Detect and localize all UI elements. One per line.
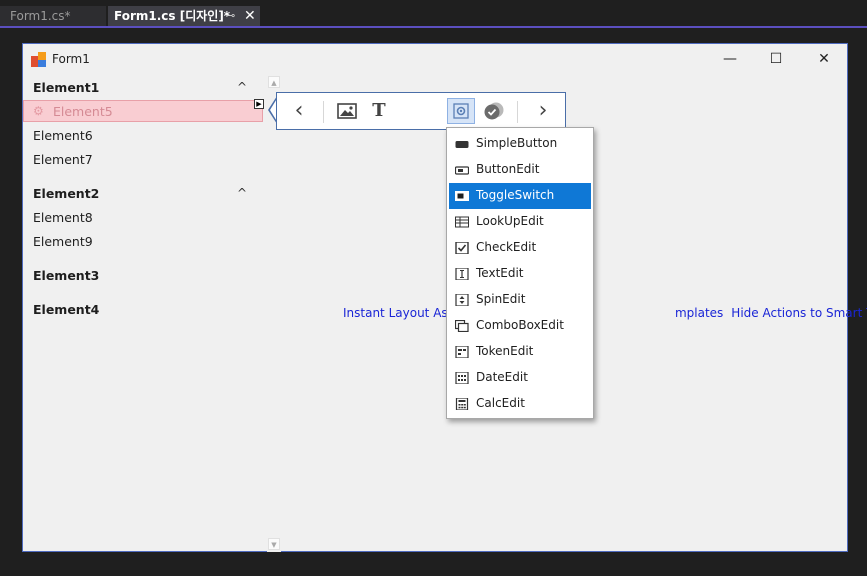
tab-form1-design[interactable]: Form1.cs [디자인]* ⊸ ✕	[108, 6, 260, 26]
simplebutton-icon	[455, 141, 469, 148]
comboboxedit-icon	[455, 320, 469, 332]
lookupedit-icon	[455, 216, 469, 228]
toolbar-separator	[517, 101, 518, 123]
menu-item-label: ComboBoxEdit	[476, 318, 564, 332]
gear-icon[interactable]	[447, 98, 475, 124]
accordion-group-element4[interactable]: Element4	[33, 302, 99, 317]
checkedit-icon	[455, 242, 469, 254]
text-icon[interactable]: T	[367, 99, 391, 123]
menu-item-simplebutton[interactable]: SimpleButton	[449, 131, 591, 157]
accordion-item-label: Element5	[53, 104, 113, 119]
accordion-item-element5[interactable]: ⚙ Element5	[23, 100, 263, 122]
accordion-group-element3[interactable]: Element3	[33, 268, 99, 283]
textedit-icon	[455, 268, 469, 280]
accordion-group-element1[interactable]: Element1	[33, 80, 99, 95]
menu-item-label: TextEdit	[476, 266, 524, 280]
menu-item-toggleswitch[interactable]: ToggleSwitch	[449, 183, 591, 209]
menu-item-label: LookUpEdit	[476, 214, 544, 228]
menu-item-label: CalcEdit	[476, 396, 525, 410]
minimize-button[interactable]: —	[707, 48, 753, 70]
hide-actions-link[interactable]: Hide Actions to Smart Tag	[731, 306, 867, 320]
buttonedit-icon	[455, 166, 469, 175]
accordion-item-element8[interactable]: Element8	[33, 210, 93, 225]
menu-item-dateedit[interactable]: DateEdit	[449, 365, 591, 391]
maximize-button[interactable]: ☐	[753, 48, 799, 70]
image-icon[interactable]	[335, 99, 359, 123]
menu-item-label: DateEdit	[476, 370, 528, 384]
document-tab-strip: Form1.cs* Form1.cs [디자인]* ⊸ ✕	[0, 0, 867, 28]
menu-item-buttonedit[interactable]: ButtonEdit	[449, 157, 591, 183]
menu-item-label: CheckEdit	[476, 240, 537, 254]
smart-tag-icon[interactable]: ▶	[254, 99, 264, 109]
pin-icon[interactable]: ⊸	[226, 6, 235, 26]
chevron-right-icon[interactable]: ›	[531, 99, 555, 123]
menu-item-calcedit[interactable]: CalcEdit	[449, 391, 591, 417]
menu-item-label: SpinEdit	[476, 292, 526, 306]
spinedit-icon	[455, 294, 469, 306]
dateedit-icon	[455, 372, 469, 384]
menu-item-comboboxedit[interactable]: ComboBoxEdit	[449, 313, 591, 339]
tokenedit-icon	[455, 346, 469, 358]
check-circle-icon[interactable]	[481, 99, 507, 123]
form-window[interactable]: Form1 — ☐ ✕ Element1 ^ ⚙ Element5 ▶ Elem…	[22, 43, 867, 552]
menu-item-spinedit[interactable]: SpinEdit	[449, 287, 591, 313]
tab-label: Form1.cs [디자인]*	[114, 9, 231, 23]
close-tab-icon[interactable]: ✕	[244, 6, 256, 26]
chevron-left-icon[interactable]: ‹	[287, 99, 311, 123]
accordion-item-element6[interactable]: Element6	[33, 128, 93, 143]
close-button[interactable]: ✕	[801, 48, 847, 70]
instant-layout-link[interactable]: Instant Layout Ass	[343, 306, 454, 320]
chevron-up-icon[interactable]: ^	[237, 186, 247, 200]
accordion-item-element9[interactable]: Element9	[33, 234, 93, 249]
accordion-group-element2[interactable]: Element2	[33, 186, 99, 201]
menu-item-label: ButtonEdit	[476, 162, 540, 176]
scroll-up-icon[interactable]: ▲	[268, 76, 280, 88]
editor-type-dropdown: SimpleButton ButtonEdit ToggleSwitch Loo…	[446, 127, 594, 419]
menu-item-label: SimpleButton	[476, 136, 558, 150]
scroll-down-icon[interactable]: ▼	[268, 538, 280, 550]
menu-item-tokenedit[interactable]: TokenEdit	[449, 339, 591, 365]
toolbar-separator	[323, 101, 324, 123]
quick-action-toolbar: ‹ T ›	[276, 92, 566, 130]
menu-item-checkedit[interactable]: CheckEdit	[449, 235, 591, 261]
toggleswitch-icon	[455, 191, 469, 201]
accordion-item-element7[interactable]: Element7	[33, 152, 93, 167]
calcedit-icon	[455, 398, 469, 410]
designer-action-links: Instant Layout Assxxxxxxxxxxxxxxxxxxxxxx…	[343, 306, 867, 320]
menu-item-textedit[interactable]: TextEdit	[449, 261, 591, 287]
form-logo-icon	[31, 52, 47, 68]
tab-form1-cs[interactable]: Form1.cs*	[0, 6, 106, 26]
gear-icon: ⚙	[33, 104, 44, 118]
chevron-up-icon[interactable]: ^	[237, 80, 247, 94]
templates-link[interactable]: mplates	[675, 306, 723, 320]
menu-item-label: ToggleSwitch	[476, 188, 555, 202]
menu-item-label: TokenEdit	[476, 344, 534, 358]
form-title-bar[interactable]: Form1 — ☐ ✕	[23, 44, 847, 76]
form-title: Form1	[52, 52, 90, 66]
menu-item-lookupedit[interactable]: LookUpEdit	[449, 209, 591, 235]
vertical-scrollbar[interactable]: ▲ ▼	[267, 74, 281, 552]
